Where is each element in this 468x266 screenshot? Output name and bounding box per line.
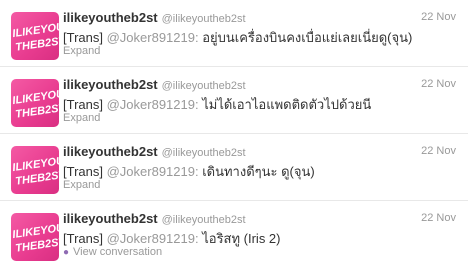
tweet-author[interactable]: ilikeyoutheb2st @ilikeyoutheb2st <box>63 211 246 226</box>
avatar[interactable]: ILIKEYOU THEB2ST <box>11 79 59 127</box>
author-name[interactable]: ilikeyoutheb2st <box>63 10 158 25</box>
tweet-prefix: [Trans] <box>63 97 103 112</box>
tweet-author[interactable]: ilikeyoutheb2st @ilikeyoutheb2st <box>63 10 246 25</box>
tweet-prefix: [Trans] <box>63 164 103 179</box>
author-name[interactable]: ilikeyoutheb2st <box>63 211 158 226</box>
author-name[interactable]: ilikeyoutheb2st <box>63 144 158 159</box>
tweet-body: อยู่บนเครื่องบินคงเบื่อแย่เลยเนี่ยดู(จุน… <box>202 30 413 45</box>
tweet-text: [Trans] @Joker891219: เดินทางดีๆนะ ดู(จุ… <box>63 161 458 182</box>
tweet-item[interactable]: ILIKEYOU THEB2ST ilikeyoutheb2st @ilikeyo… <box>0 134 468 201</box>
avatar[interactable]: ILIKEYOU THEB2ST <box>11 146 59 194</box>
tweet-timestamp[interactable]: 22 Nov <box>421 11 456 23</box>
tweet-text: [Trans] @Joker891219: อยู่บนเครื่องบินคง… <box>63 27 458 48</box>
tweet-feed: ILIKEYOU THEB2ST ilikeyoutheb2st @ilikeyo… <box>0 0 468 266</box>
expand-link[interactable]: Expand <box>63 45 100 57</box>
tweet-author[interactable]: ilikeyoutheb2st @ilikeyoutheb2st <box>63 77 246 92</box>
view-conversation-label[interactable]: View conversation <box>73 246 162 258</box>
expand-link[interactable]: Expand <box>63 112 100 124</box>
author-name[interactable]: ilikeyoutheb2st <box>63 77 158 92</box>
speech-bubble-icon: ● <box>63 247 70 258</box>
author-handle[interactable]: @ilikeyoutheb2st <box>162 147 246 159</box>
tweet-body: เดินทางดีๆนะ ดู(จุน) <box>202 164 315 179</box>
tweet-body: ไอริสทู (Iris 2) <box>202 231 281 246</box>
tweet-timestamp[interactable]: 22 Nov <box>421 212 456 224</box>
avatar[interactable]: ILIKEYOU THEB2ST <box>11 213 59 261</box>
tweet-timestamp[interactable]: 22 Nov <box>421 145 456 157</box>
tweet-timestamp[interactable]: 22 Nov <box>421 78 456 90</box>
tweet-item[interactable]: ILIKEYOU THEB2ST ilikeyoutheb2st @ilikeyo… <box>0 0 468 67</box>
tweet-item[interactable]: ILIKEYOU THEB2ST ilikeyoutheb2st @ilikeyo… <box>0 201 468 266</box>
tweet-mention[interactable]: @Joker891219: <box>107 164 199 179</box>
view-conversation-link[interactable]: ● View conversation <box>63 246 162 258</box>
tweet-mention[interactable]: @Joker891219: <box>107 30 199 45</box>
author-handle[interactable]: @ilikeyoutheb2st <box>162 80 246 92</box>
tweet-mention[interactable]: @Joker891219: <box>107 97 199 112</box>
tweet-item[interactable]: ILIKEYOU THEB2ST ilikeyoutheb2st @ilikeyo… <box>0 67 468 134</box>
expand-link[interactable]: Expand <box>63 179 100 191</box>
tweet-text: [Trans] @Joker891219: ไม่ได้เอาไอแพดติดต… <box>63 94 458 115</box>
tweet-prefix: [Trans] <box>63 231 103 246</box>
tweet-prefix: [Trans] <box>63 30 103 45</box>
author-handle[interactable]: @ilikeyoutheb2st <box>162 214 246 226</box>
avatar[interactable]: ILIKEYOU THEB2ST <box>11 12 59 60</box>
tweet-body: ไม่ได้เอาไอแพดติดตัวไปด้วยนี <box>202 97 372 112</box>
tweet-mention[interactable]: @Joker891219: <box>107 231 199 246</box>
tweet-author[interactable]: ilikeyoutheb2st @ilikeyoutheb2st <box>63 144 246 159</box>
author-handle[interactable]: @ilikeyoutheb2st <box>162 13 246 25</box>
